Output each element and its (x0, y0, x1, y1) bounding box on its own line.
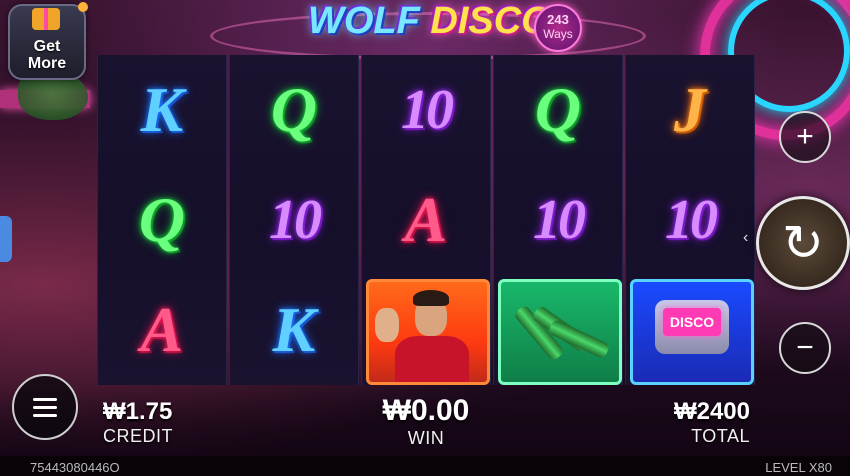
plus-icon: + (796, 120, 814, 153)
reel-1: K Q A (97, 55, 227, 385)
reel-symbol: 10 (533, 189, 586, 251)
singer-hair (413, 290, 449, 306)
get-more-label-line2: More (27, 55, 67, 72)
ways-count: 243 (547, 12, 569, 27)
win-value: ₩0.00 (382, 394, 470, 427)
disco-pager-symbol: DISCO (626, 275, 754, 385)
reel-symbol: 10 (665, 189, 718, 251)
reel-symbol: Q (534, 74, 582, 145)
decrease-bet-button[interactable]: − (779, 322, 831, 374)
reel-symbol: A (404, 184, 448, 255)
credit-value: ₩1.75 (103, 398, 173, 425)
win-label: WIN (407, 428, 445, 448)
notification-dot (78, 2, 88, 12)
reel-symbol: K (140, 74, 184, 145)
level-readout: LEVEL X80 (765, 460, 832, 475)
reel-grid: K Q A Q 10 K 10 A Q 10 J 10 DISCO (97, 55, 757, 385)
level-value: X80 (808, 460, 832, 475)
singer-portrait-symbol (362, 275, 490, 385)
side-drawer-tab[interactable] (0, 216, 12, 262)
spin-button[interactable]: ↻ (756, 196, 850, 290)
game-logo: WOLF DISCO 243 Ways (308, 0, 588, 52)
reel-symbol: 10 (269, 189, 322, 251)
ways-badge: 243 Ways (534, 4, 582, 52)
chevron-left-icon: ‹ (743, 229, 749, 246)
pager-screen-text: DISCO (663, 308, 721, 336)
reel-symbol: Q (270, 74, 318, 145)
reel-symbol: Q (138, 184, 186, 255)
increase-bet-button[interactable]: + (779, 111, 831, 163)
reel-3: 10 A (361, 55, 491, 385)
reel-5: J 10 DISCO (625, 55, 755, 385)
minus-icon: − (796, 331, 814, 364)
menu-button[interactable] (12, 374, 78, 440)
ways-label: Ways (543, 27, 573, 41)
spin-refresh-icon: ↻ (782, 215, 824, 271)
reel-symbol: K (272, 294, 316, 365)
reel-2: Q 10 K (229, 55, 359, 385)
total-value: ₩2400 (673, 398, 750, 425)
total-display: ₩2400 TOTAL (666, 398, 750, 447)
game-id: 75443080446O (30, 460, 120, 475)
reel-symbol: 10 (401, 79, 454, 141)
gift-icon (32, 8, 60, 30)
get-more-label-line1: Get (33, 38, 61, 55)
menu-icon (33, 393, 57, 422)
logo-word-wolf: WOLF (308, 0, 420, 42)
credit-label: CREDIT (103, 426, 173, 446)
logo-word-disco: DISCO (430, 0, 551, 42)
win-display: ₩0.00 WIN (378, 394, 474, 449)
reel-symbol: A (140, 294, 184, 365)
total-label: TOTAL (691, 426, 750, 446)
raised-hand (375, 308, 399, 342)
get-more-button[interactable]: Get More (8, 2, 88, 80)
reel-symbol: J (674, 74, 706, 145)
reel-4: Q 10 (493, 55, 623, 385)
bottles-symbol (494, 275, 622, 385)
level-label: LEVEL (765, 460, 806, 475)
red-jacket (395, 336, 469, 382)
credit-display: ₩1.75 CREDIT (103, 398, 173, 447)
footer-bar: 75443080446O LEVEL X80 (0, 456, 850, 476)
